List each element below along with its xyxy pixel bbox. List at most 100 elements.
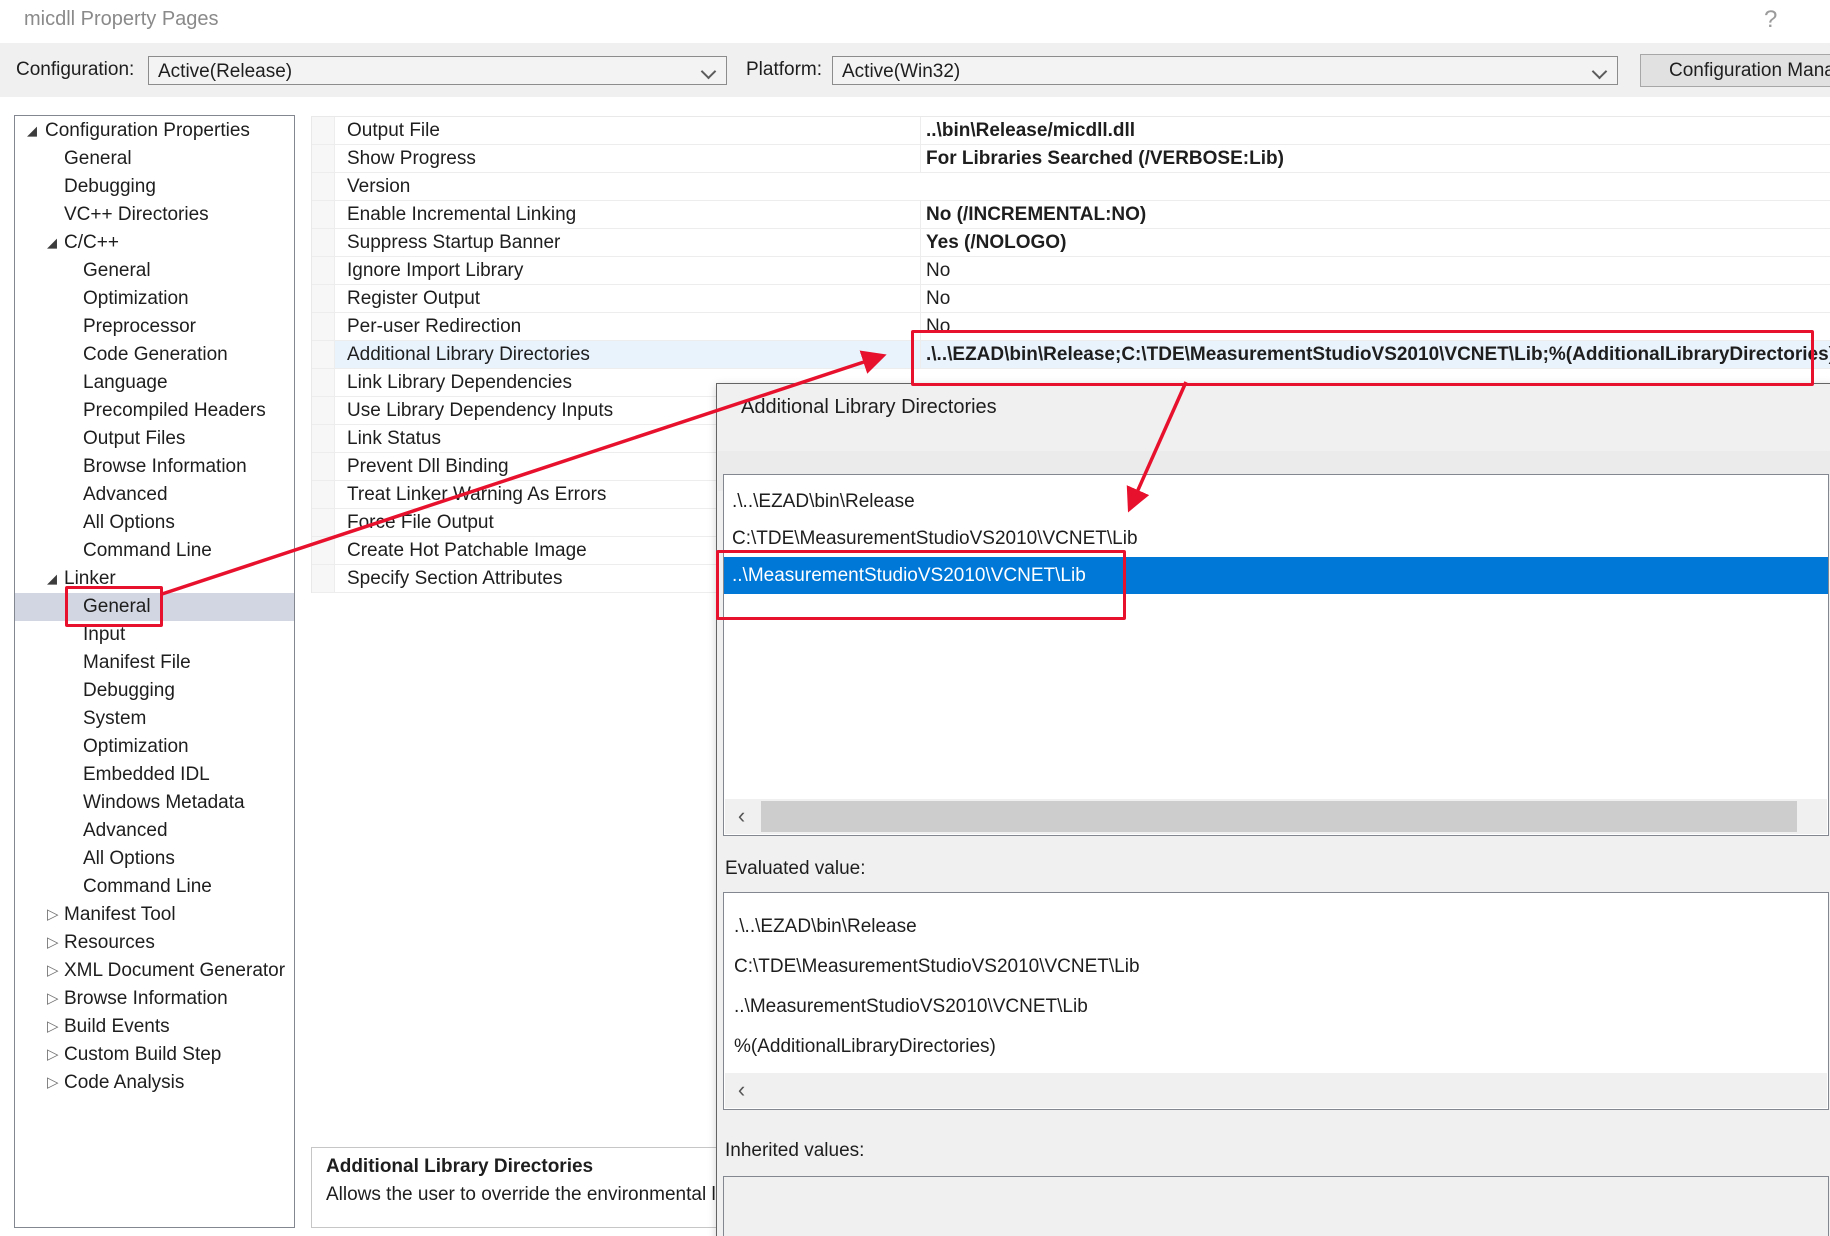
collapsed-arrow-icon[interactable]: ▷ [47, 1013, 59, 1041]
collapsed-arrow-icon[interactable]: ▷ [47, 985, 59, 1013]
expanded-arrow-icon[interactable]: ◢ [27, 117, 37, 145]
listbox-horizontal-scrollbar[interactable]: ‹ [725, 799, 1827, 834]
tree-item-output-files[interactable]: Output Files [15, 425, 294, 453]
tree-item-label: Input [83, 621, 125, 649]
property-row-additional-library-directories[interactable]: Additional Library Directories .\..\EZAD\… [312, 341, 1830, 369]
property-row-version[interactable]: Version [312, 173, 1830, 201]
property-value[interactable]: ..\bin\Release/micdll.dll [920, 117, 1830, 144]
tree-item-label: C/C++ [64, 229, 119, 257]
expanded-arrow-icon[interactable]: ◢ [47, 229, 57, 257]
tree-item-system[interactable]: System [15, 705, 294, 733]
collapsed-arrow-icon[interactable]: ▷ [47, 901, 59, 929]
scroll-left-icon[interactable]: ‹ [725, 799, 758, 834]
property-label: Ignore Import Library [347, 257, 907, 284]
property-row-ignore-import-library[interactable]: Ignore Import Library No [312, 257, 1830, 285]
property-row-output-file[interactable]: Output File..\bin\Release/micdll.dll [312, 117, 1830, 145]
tree-item-label: VC++ Directories [64, 201, 209, 229]
evaluated-horizontal-scrollbar[interactable]: ‹ [725, 1073, 1827, 1108]
tree-item-code-analysis[interactable]: ▷Code Analysis [15, 1069, 294, 1097]
inherited-values-box[interactable] [723, 1176, 1829, 1236]
collapsed-arrow-icon[interactable]: ▷ [47, 1041, 59, 1069]
tree-item-build-events[interactable]: ▷Build Events [15, 1013, 294, 1041]
property-row-register-output[interactable]: Register OutputNo [312, 285, 1830, 313]
property-value[interactable]: No (/INCREMENTAL:NO) [920, 201, 1830, 228]
tree-item-all-options[interactable]: All Options [15, 845, 294, 873]
tree-item-command-line[interactable]: Command Line [15, 537, 294, 565]
tree-item-browse-information[interactable]: Browse Information [15, 453, 294, 481]
property-row-show-progress[interactable]: Show Progress For Libraries Searched (/VE… [312, 145, 1830, 173]
configuration-dropdown[interactable]: Active(Release) [148, 56, 727, 85]
tree-item-windows-metadata[interactable]: Windows Metadata [15, 789, 294, 817]
property-row-enable-incremental-linking[interactable]: Enable Incremental LinkingNo (/INCREMENT… [312, 201, 1830, 229]
tree-item-debugging[interactable]: Debugging [15, 173, 294, 201]
tree-item-language[interactable]: Language [15, 369, 294, 397]
configuration-toolbar: Configuration: Active(Release) Platform:… [0, 43, 1830, 97]
scroll-left-icon[interactable]: ‹ [725, 1073, 758, 1108]
tree-item-general[interactable]: General [15, 593, 294, 621]
tree-item-advanced[interactable]: Advanced [15, 817, 294, 845]
evaluated-value-box[interactable]: .\..\EZAD\bin\ReleaseC:\TDE\MeasurementS… [723, 892, 1829, 1110]
property-value[interactable]: For Libraries Searched (/VERBOSE:Lib) [920, 145, 1830, 172]
row-margin-strip [312, 313, 335, 340]
tree-item-preprocessor[interactable]: Preprocessor [15, 313, 294, 341]
tree-item-general[interactable]: General [15, 257, 294, 285]
tree-item-label: Custom Build Step [64, 1041, 221, 1069]
configuration-tree: ◢Configuration PropertiesGeneralDebuggin… [14, 115, 295, 1228]
inherited-values-label: Inherited values: [725, 1140, 864, 1162]
property-label: Version [347, 173, 907, 200]
property-value[interactable]: No [920, 285, 1830, 312]
tree-item-input[interactable]: Input [15, 621, 294, 649]
tree-item-xml-document-generator[interactable]: ▷XML Document Generator [15, 957, 294, 985]
tree-item-all-options[interactable]: All Options [15, 509, 294, 537]
tree-item-custom-build-step[interactable]: ▷Custom Build Step [15, 1041, 294, 1069]
additional-library-directories-dialog: Additional Library Directories .\..\EZAD… [716, 383, 1830, 1236]
directory-list-item[interactable]: .\..\EZAD\bin\Release [724, 483, 1828, 520]
property-label: Additional Library Directories [347, 341, 907, 368]
tree-item-configuration-properties[interactable]: ◢Configuration Properties [15, 117, 294, 145]
property-row-per-user-redirection[interactable]: Per-user RedirectionNo [312, 313, 1830, 341]
tree-item-code-generation[interactable]: Code Generation [15, 341, 294, 369]
tree-item-manifest-file[interactable]: Manifest File [15, 649, 294, 677]
directory-list-item-selected[interactable]: ..\MeasurementStudioVS2010\VCNET\Lib [724, 557, 1828, 594]
property-value[interactable]: .\..\EZAD\bin\Release;C:\TDE\Measurement… [920, 341, 1830, 368]
tree-item-label: Linker [64, 565, 116, 593]
row-margin-strip [312, 341, 335, 368]
property-value[interactable]: Yes (/NOLOGO) [920, 229, 1830, 256]
property-row-suppress-startup-banner[interactable]: Suppress Startup BannerYes (/NOLOGO) [312, 229, 1830, 257]
tree-item-c-c-[interactable]: ◢C/C++ [15, 229, 294, 257]
configuration-manager-button[interactable]: Configuration Manage [1640, 54, 1830, 87]
tree-item-command-line[interactable]: Command Line [15, 873, 294, 901]
tree-item-precompiled-headers[interactable]: Precompiled Headers [15, 397, 294, 425]
tree-item-linker[interactable]: ◢Linker [15, 565, 294, 593]
help-icon[interactable]: ? [1764, 6, 1777, 34]
evaluated-value-line: .\..\EZAD\bin\Release [724, 907, 1828, 947]
collapsed-arrow-icon[interactable]: ▷ [47, 957, 59, 985]
tree-item-browse-information[interactable]: ▷Browse Information [15, 985, 294, 1013]
tree-item-resources[interactable]: ▷Resources [15, 929, 294, 957]
tree-item-advanced[interactable]: Advanced [15, 481, 294, 509]
configuration-label: Configuration: [16, 59, 134, 81]
directories-listbox[interactable]: .\..\EZAD\bin\ReleaseC:\TDE\MeasurementS… [723, 474, 1829, 836]
row-margin-strip [312, 257, 335, 284]
property-label: Show Progress [347, 145, 907, 172]
tree-item-debugging[interactable]: Debugging [15, 677, 294, 705]
tree-item-embedded-idl[interactable]: Embedded IDL [15, 761, 294, 789]
tree-item-optimization[interactable]: Optimization [15, 733, 294, 761]
scrollbar-thumb[interactable] [761, 801, 1797, 832]
row-margin-strip [312, 117, 335, 144]
tree-item-label: Precompiled Headers [83, 397, 266, 425]
tree-item-vc-directories[interactable]: VC++ Directories [15, 201, 294, 229]
help-panel-title: Additional Library Directories [326, 1156, 593, 1178]
directory-list-item[interactable]: C:\TDE\MeasurementStudioVS2010\VCNET\Lib [724, 520, 1828, 557]
expanded-arrow-icon[interactable]: ◢ [47, 565, 57, 593]
collapsed-arrow-icon[interactable]: ▷ [47, 929, 59, 957]
collapsed-arrow-icon[interactable]: ▷ [47, 1069, 59, 1097]
tree-item-optimization[interactable]: Optimization [15, 285, 294, 313]
property-value[interactable]: No [920, 257, 1830, 284]
platform-dropdown[interactable]: Active(Win32) [832, 56, 1618, 85]
property-value[interactable]: No [920, 313, 1830, 340]
tree-item-manifest-tool[interactable]: ▷Manifest Tool [15, 901, 294, 929]
tree-item-label: Advanced [83, 481, 168, 509]
row-margin-strip [312, 481, 335, 508]
tree-item-general[interactable]: General [15, 145, 294, 173]
